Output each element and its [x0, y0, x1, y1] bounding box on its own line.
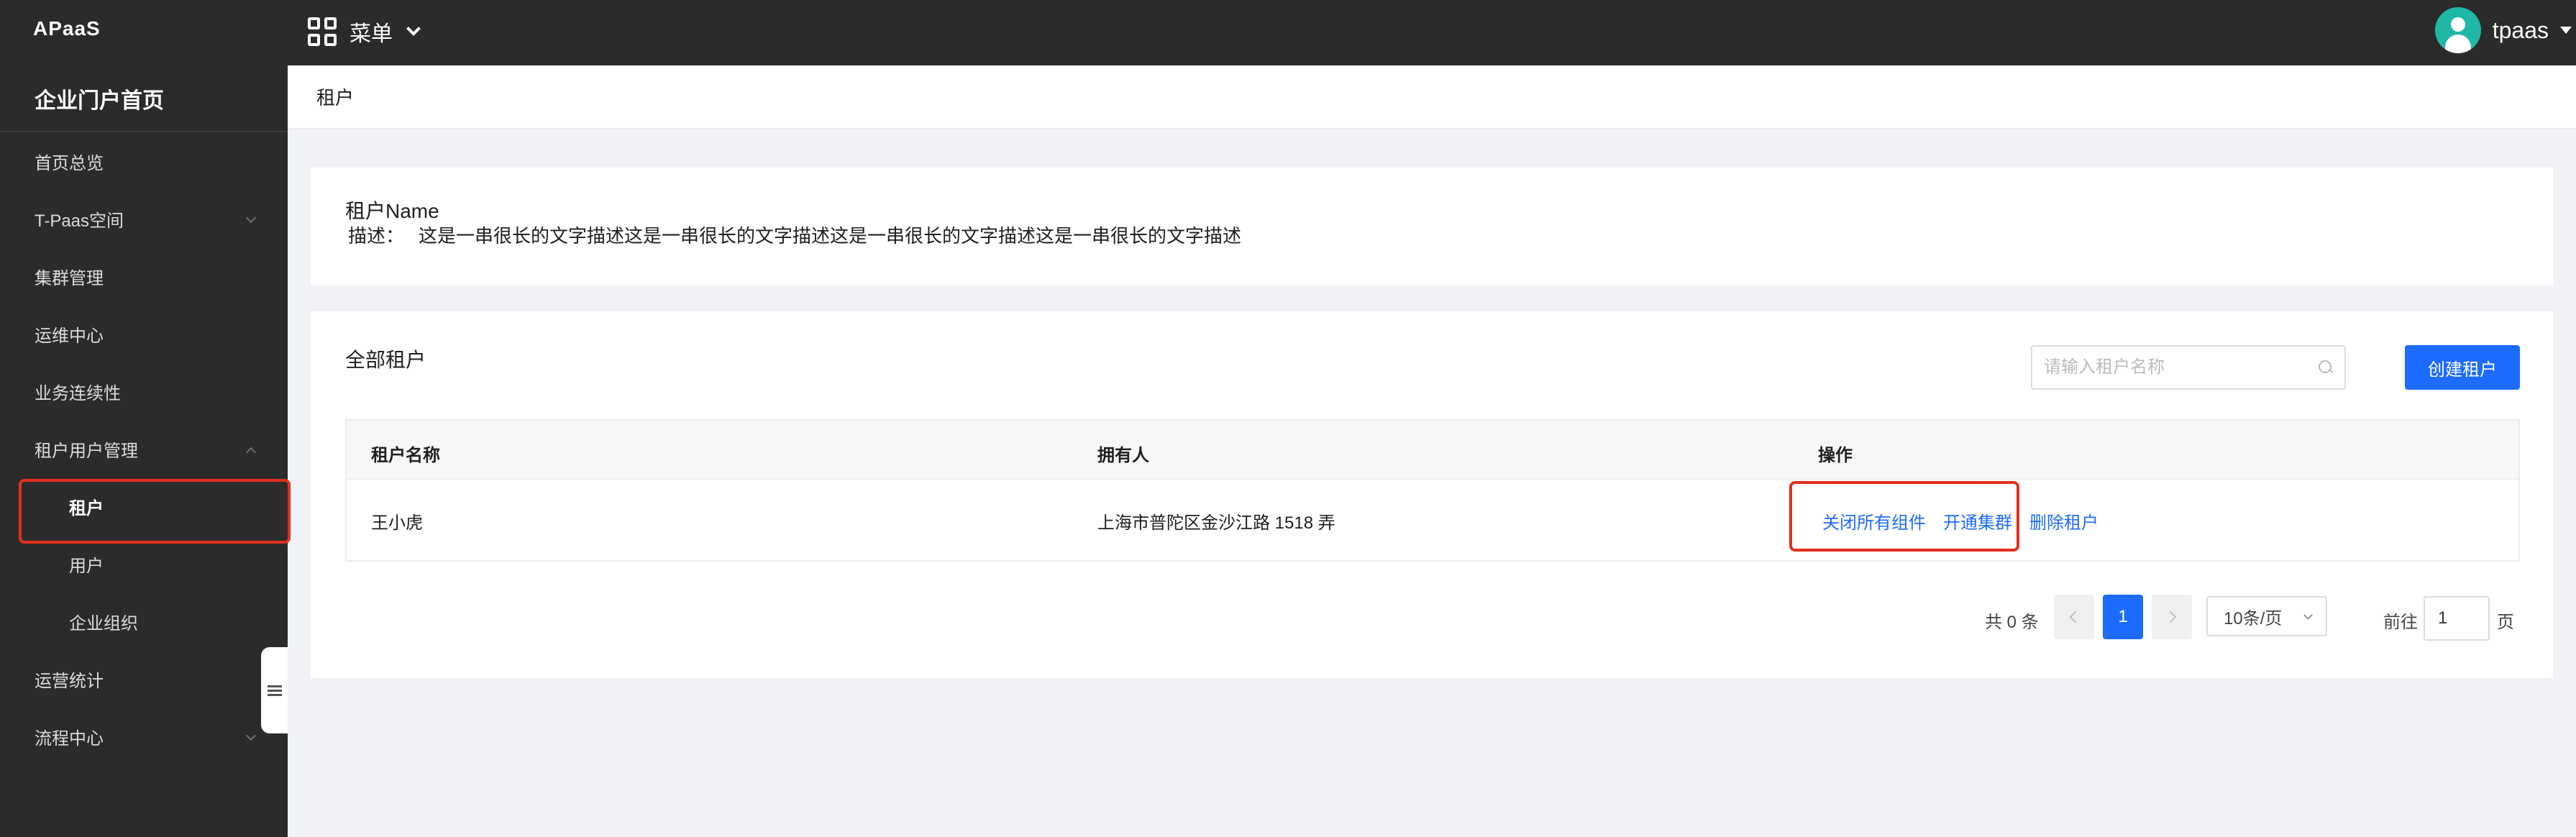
goto-label: 前往: [2383, 613, 2418, 632]
delete-tenant-link[interactable]: 删除租户: [2029, 508, 2098, 534]
sidebar-item[interactable]: 业务连续性: [0, 362, 288, 420]
sidebar-collapse-button[interactable]: [261, 647, 288, 733]
search-icon[interactable]: [2319, 360, 2333, 375]
table-header: 租户名称 拥有人 操作: [347, 421, 2518, 480]
page-size-select[interactable]: 10条/页: [2206, 596, 2327, 636]
user-menu[interactable]: tpaas: [2434, 7, 2572, 53]
user-name: tpaas: [2492, 17, 2549, 43]
actions-highlight-box: [1789, 481, 2019, 552]
sidebar-home[interactable]: 企业门户首页: [0, 65, 288, 132]
page-number-current[interactable]: 1: [2103, 595, 2143, 639]
next-page-button[interactable]: [2152, 595, 2192, 639]
table-row: 王小虎 上海市普陀区金沙江路 1518 弄 关闭所有组件 开通集群 删除租户: [347, 480, 2518, 560]
sidebar-item[interactable]: 首页总览: [0, 132, 288, 190]
main-menu-button[interactable]: 菜单: [308, 12, 421, 52]
chevron-down-icon: [245, 730, 257, 741]
sidebar-item[interactable]: 运营统计: [0, 650, 288, 708]
page-title: 租户: [288, 65, 2576, 129]
description-text: 这是一串很长的文字描述这是一串很长的文字描述这是一串很长的文字描述这是一串很长的…: [419, 225, 1242, 247]
column-header-name: 租户名称: [371, 446, 440, 465]
caret-down-icon: [2560, 27, 2572, 34]
sidebar-item-label: 集群管理: [35, 268, 104, 288]
description-label: 描述：: [348, 225, 405, 247]
search-input[interactable]: [2044, 357, 2319, 378]
sidebar-item-label: 业务连续性: [35, 383, 121, 403]
prev-page-button[interactable]: [2054, 595, 2094, 639]
pagination-total: 共 0 条: [1985, 613, 2039, 632]
collapse-icon: [267, 683, 282, 698]
sidebar-item[interactable]: 运维中心: [0, 305, 288, 362]
sidebar-item-label: 运营统计: [35, 671, 104, 691]
sidebar-item[interactable]: 用户: [0, 535, 288, 593]
page-size-value: 10条/页: [2224, 608, 2283, 628]
list-title: 全部租户: [345, 349, 426, 371]
tenant-list-card: 全部租户 创建租户 租户名称 拥有人 操作 王小虎 上海市普陀区金沙江路 151…: [311, 311, 2553, 678]
sidebar-item-label: 首页总览: [35, 153, 104, 173]
chevron-down-icon: [406, 22, 421, 36]
tenant-table: 租户名称 拥有人 操作 王小虎 上海市普陀区金沙江路 1518 弄 关闭所有组件…: [345, 419, 2520, 562]
chevron-down-icon: [2303, 610, 2313, 620]
top-bar: APaaS 菜单 tpaas: [0, 0, 2576, 65]
column-header-owner: 拥有人: [1097, 446, 1149, 465]
sidebar-item[interactable]: 流程中心: [0, 708, 288, 765]
cell-owner: 上海市普陀区金沙江路 1518 弄: [1097, 513, 1335, 533]
cell-tenant-name: 王小虎: [371, 513, 423, 533]
goto-page-input[interactable]: [2424, 596, 2490, 641]
chevron-down-icon: [245, 212, 257, 224]
sidebar-item-label: T-Paas空间: [35, 211, 124, 231]
create-tenant-button[interactable]: 创建租户: [2405, 345, 2520, 390]
sidebar: 企业门户首页 首页总览 T-Paas空间 集群管理运维中心业务连续性租户用户管理 租户…: [0, 65, 291, 837]
sidebar-item-label: 租户用户管理: [35, 441, 138, 461]
avatar[interactable]: [2434, 7, 2481, 53]
grid-menu-icon: [308, 17, 337, 46]
sidebar-item[interactable]: 租户用户管理: [0, 420, 288, 477]
page-suffix-label: 页: [2497, 613, 2514, 632]
sidebar-item-label: 租户: [69, 498, 104, 518]
sidebar-item-label: 流程中心: [35, 728, 104, 749]
column-header-actions: 操作: [1818, 446, 1853, 465]
sidebar-item[interactable]: 集群管理: [0, 247, 288, 305]
search-box[interactable]: [2031, 345, 2346, 390]
sidebar-item[interactable]: 企业组织: [0, 593, 288, 650]
sidebar-item-label: 用户: [69, 556, 104, 576]
chevron-up-icon: [245, 447, 257, 458]
tenant-name: 租户Name: [345, 200, 439, 222]
sidebar-item-label: 企业组织: [69, 613, 138, 634]
sidebar-item[interactable]: T-Paas空间: [0, 190, 288, 247]
tenant-info-card: 租户Name 描述： 这是一串很长的文字描述这是一串很长的文字描述这是一串很长的文…: [311, 168, 2553, 285]
sidebar-item[interactable]: 租户: [0, 477, 291, 544]
sidebar-item-label: 运维中心: [35, 326, 104, 346]
tenant-description: 描述： 这是一串很长的文字描述这是一串很长的文字描述这是一串很长的文字描述这是一串…: [348, 224, 2553, 248]
menu-label: 菜单: [350, 22, 393, 46]
brand-logo[interactable]: APaaS: [33, 17, 101, 40]
